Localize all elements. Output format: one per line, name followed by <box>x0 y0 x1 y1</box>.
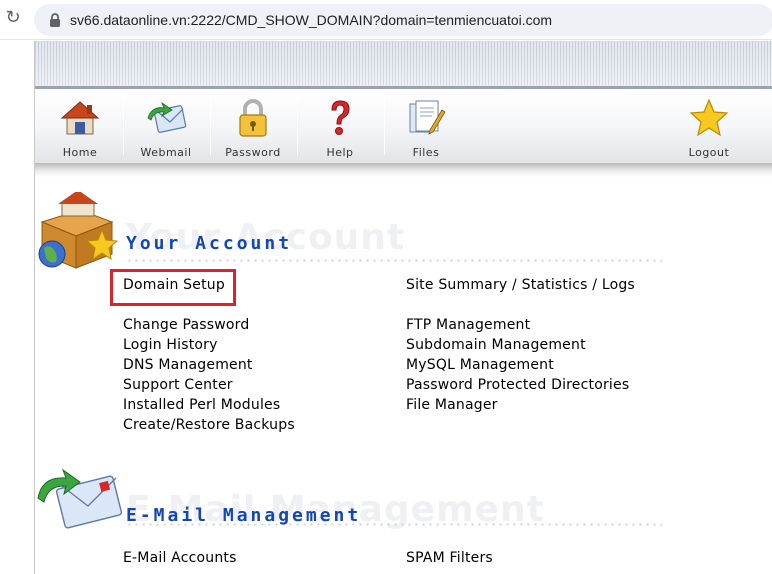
toolbar-home-button[interactable]: Home <box>45 89 115 163</box>
star-icon <box>689 98 729 137</box>
toolbar-help-label: Help <box>326 146 354 159</box>
spam-filters-link[interactable]: SPAM Filters <box>406 550 493 566</box>
left-gutter <box>0 41 34 574</box>
account-section-divider <box>126 259 662 262</box>
main-toolbar: Home Webmail Password Help Files Logout <box>35 89 772 163</box>
account-box-icon <box>38 192 119 269</box>
file-manager-link[interactable]: File Manager <box>406 397 498 413</box>
toolbar-logout-label: Logout <box>688 146 730 159</box>
browser-address-bar: ↻ sv66.dataonline.vn:2222/CMD_SHOW_DOMAI… <box>0 0 772 40</box>
toolbar-logout-button[interactable]: Logout <box>673 89 745 163</box>
toolbar-shadow <box>35 163 772 177</box>
toolbar-password-label: Password <box>225 146 281 159</box>
create-restore-backups-link[interactable]: Create/Restore Backups <box>123 417 295 433</box>
home-icon <box>60 101 100 135</box>
email-envelope-icon <box>37 468 123 529</box>
toolbar-help-button[interactable]: Help <box>305 89 375 163</box>
mysql-management-link[interactable]: MySQL Management <box>406 357 554 373</box>
highlight-annotation-box <box>110 269 236 306</box>
subdomain-management-link[interactable]: Subdomain Management <box>406 337 586 353</box>
toolbar-password-button[interactable]: Password <box>218 89 288 163</box>
toolbar-webmail-button[interactable]: Webmail <box>131 89 201 163</box>
toolbar-home-label: Home <box>62 146 98 159</box>
toolbar-webmail-label: Webmail <box>140 146 192 159</box>
account-section-title: Your Account <box>126 233 293 254</box>
toolbar-files-label: Files <box>412 146 440 159</box>
files-icon <box>409 100 446 135</box>
email-accounts-link[interactable]: E-Mail Accounts <box>123 550 237 566</box>
toolbar-separator <box>384 97 385 155</box>
email-section-title: E-Mail Management <box>126 505 362 526</box>
header-banner-gloss <box>35 41 772 86</box>
toolbar-separator <box>297 97 298 155</box>
installed-perl-modules-link[interactable]: Installed Perl Modules <box>123 397 280 413</box>
dns-management-link[interactable]: DNS Management <box>123 357 253 373</box>
site-summary-link[interactable]: Site Summary / Statistics / Logs <box>406 277 635 293</box>
login-history-link[interactable]: Login History <box>123 337 218 353</box>
lock-icon[interactable] <box>47 12 63 28</box>
ftp-management-link[interactable]: FTP Management <box>406 317 530 333</box>
webmail-icon <box>147 101 187 133</box>
toolbar-files-button[interactable]: Files <box>391 89 461 163</box>
omnibox[interactable]: sv66.dataonline.vn:2222/CMD_SHOW_DOMAIN?… <box>34 4 772 36</box>
question-mark-icon <box>331 100 350 135</box>
change-password-link[interactable]: Change Password <box>123 317 249 333</box>
toolbar-separator <box>123 97 124 155</box>
url-text[interactable]: sv66.dataonline.vn:2222/CMD_SHOW_DOMAIN?… <box>70 12 552 28</box>
reload-icon[interactable]: ↻ <box>3 8 23 28</box>
password-protected-directories-link[interactable]: Password Protected Directories <box>406 377 629 393</box>
toolbar-separator <box>210 97 211 155</box>
support-center-link[interactable]: Support Center <box>123 377 233 393</box>
padlock-icon <box>239 99 267 137</box>
